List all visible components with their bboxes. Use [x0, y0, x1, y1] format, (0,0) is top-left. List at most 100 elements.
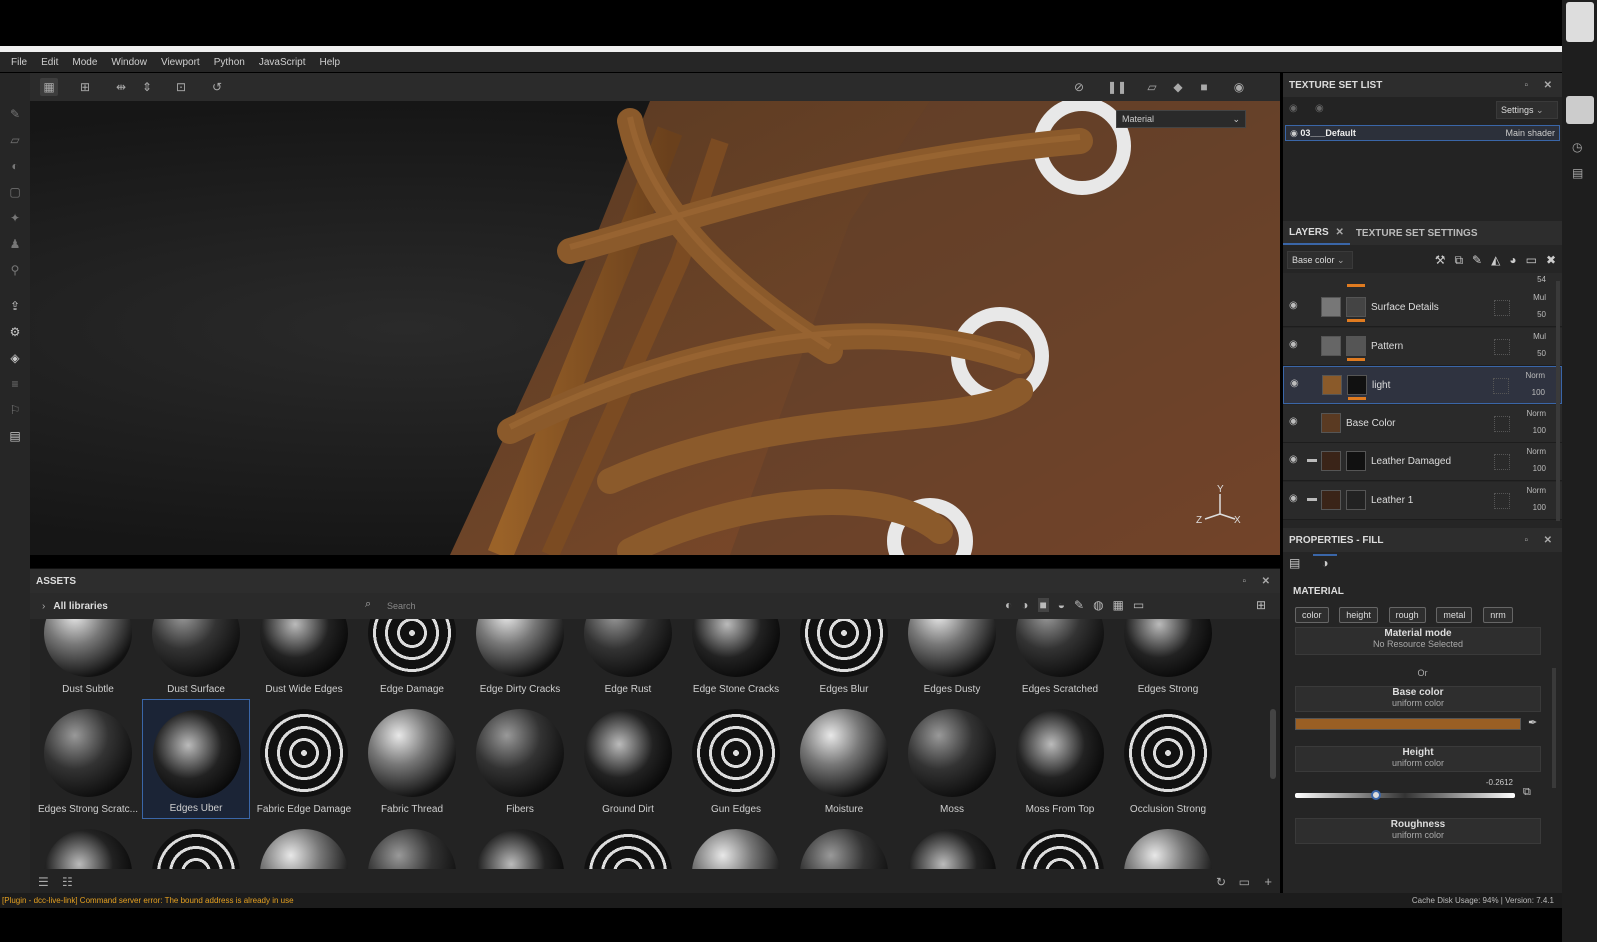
layer-row[interactable]: ◉ Base Color Norm 100: [1283, 404, 1562, 443]
2d-view-icon[interactable]: ▱: [1143, 78, 1161, 96]
smudge-icon[interactable]: ✦: [6, 209, 24, 227]
asset-tile[interactable]: Dust Wide Edges: [250, 619, 358, 699]
menu-window[interactable]: Window: [111, 57, 147, 68]
layer-opacity[interactable]: 100: [1533, 464, 1546, 473]
layer-opacity[interactable]: 100: [1533, 426, 1546, 435]
folder-icon[interactable]: ▭: [1239, 875, 1250, 889]
asset-thumbnail[interactable]: [152, 829, 240, 869]
layer-mask-slot[interactable]: [1494, 492, 1510, 509]
paint-brush-icon[interactable]: ✎: [6, 105, 24, 123]
3d-view-icon[interactable]: ◆: [1169, 78, 1187, 96]
pause-icon[interactable]: ❚❚: [1107, 78, 1127, 96]
layer-mask-slot[interactable]: [1494, 338, 1510, 355]
layer-row[interactable]: ◉ Pattern Mul 50: [1283, 327, 1562, 366]
view-mode-icon[interactable]: ⊞: [1256, 598, 1266, 612]
materials-filter-icon[interactable]: ◐: [1005, 598, 1012, 612]
add-fill-layer-icon[interactable]: ◭: [1491, 253, 1500, 268]
eye-icon[interactable]: ◉: [1315, 103, 1324, 114]
grid-layout-icon[interactable]: ▦: [40, 78, 58, 96]
chip-height[interactable]: height: [1339, 607, 1378, 623]
layer-row[interactable]: ◉ ▬ Leather 1 Norm 100: [1283, 481, 1562, 520]
asset-thumbnail[interactable]: [368, 829, 456, 869]
menu-help[interactable]: Help: [320, 57, 341, 68]
asset-tile[interactable]: Edges Strong Scratc...: [34, 699, 142, 819]
asset-tile[interactable]: Fibers: [466, 699, 574, 819]
material-mode-field[interactable]: Material mode No Resource Selected: [1295, 627, 1541, 655]
asset-tile[interactable]: Dust Surface: [142, 619, 250, 699]
close-icon[interactable]: ✕: [1262, 576, 1270, 587]
textures-filter-icon[interactable]: ◍: [1093, 598, 1103, 612]
menu-viewport[interactable]: Viewport: [161, 57, 200, 68]
tile-layout-icon[interactable]: ⊞: [76, 78, 94, 96]
refresh-icon[interactable]: ↻: [1216, 875, 1226, 889]
layer-opacity[interactable]: 50: [1537, 310, 1546, 319]
chip-metal[interactable]: metal: [1436, 607, 1473, 623]
history-icon[interactable]: ◷: [1572, 140, 1582, 154]
viewport-material-dropdown[interactable]: Material ⌄: [1116, 110, 1246, 128]
asset-tile[interactable]: Ground Dirt: [574, 699, 682, 819]
base-color-swatch[interactable]: [1295, 718, 1521, 730]
frame-icon[interactable]: ⊡: [172, 78, 190, 96]
history-icon[interactable]: ↺: [208, 78, 226, 96]
layer-blend-mode[interactable]: Mul: [1533, 332, 1546, 341]
environment-filter-icon[interactable]: ▭: [1133, 598, 1144, 612]
shelf-icon[interactable]: ◈: [6, 349, 24, 367]
float-icon[interactable]: ▫: [1524, 535, 1528, 546]
layer-blend-mode[interactable]: Norm: [1526, 486, 1546, 495]
menu-file[interactable]: File: [11, 57, 27, 68]
geometry-fill-icon[interactable]: ▢: [6, 183, 24, 201]
symmetry-icon[interactable]: ⇹: [112, 78, 130, 96]
layer-row[interactable]: ◉ ▬ Leather Damaged Norm 100: [1283, 443, 1562, 481]
layer-row[interactable]: ◉ light Norm 100: [1283, 366, 1562, 404]
layer-opacity[interactable]: 100: [1532, 388, 1545, 397]
asset-tile[interactable]: Edge Stone Cracks: [682, 619, 790, 699]
asset-thumbnail[interactable]: [44, 829, 132, 869]
assets-scrollbar[interactable]: [1270, 709, 1276, 779]
layer-blend-mode[interactable]: Mul: [1533, 293, 1546, 302]
asset-tile[interactable]: Edge Dirty Cracks: [466, 619, 574, 699]
layer-blend-mode[interactable]: Norm: [1526, 447, 1546, 456]
layer-mask-slot[interactable]: [1494, 300, 1510, 316]
tree-view-icon[interactable]: ☷: [62, 875, 73, 889]
asset-tile[interactable]: Edge Damage: [358, 619, 466, 699]
asset-tile[interactable]: Edges Blur: [790, 619, 898, 699]
layer-mask-thumbnail[interactable]: [1346, 489, 1366, 510]
properties-scrollbar[interactable]: [1552, 668, 1556, 788]
eraser-icon[interactable]: ▱: [6, 131, 24, 149]
asset-tile[interactable]: Moss: [898, 699, 1006, 819]
asset-thumbnail[interactable]: [692, 829, 780, 869]
eye-icon[interactable]: ◉: [1289, 301, 1303, 311]
chip-nrm[interactable]: nrm: [1483, 607, 1513, 623]
add-folder-icon[interactable]: ▭: [1526, 253, 1537, 268]
smart-materials-filter-icon[interactable]: ◑: [1021, 598, 1028, 612]
layer-mask-slot[interactable]: [1493, 378, 1509, 394]
add-smart-material-icon[interactable]: ◕: [1509, 253, 1516, 268]
3d-viewport[interactable]: Y Z X Material ⌄: [30, 101, 1280, 555]
layer-opacity[interactable]: 100: [1533, 503, 1546, 512]
add-effect-icon[interactable]: ⚒: [1435, 253, 1446, 268]
chip-color[interactable]: color: [1295, 607, 1329, 623]
bake-icon[interactable]: ⚙: [6, 323, 24, 341]
close-icon[interactable]: ✕: [1335, 227, 1343, 238]
eye-icon[interactable]: ◉: [1289, 416, 1303, 427]
channel-dropdown[interactable]: Base color ⌄: [1287, 251, 1353, 269]
assets-search-input[interactable]: Search: [365, 597, 1005, 615]
eye-icon[interactable]: ◉: [1290, 379, 1304, 389]
layer-row-partial[interactable]: 54: [1283, 273, 1562, 289]
smart-masks-filter-icon[interactable]: ■: [1037, 598, 1049, 612]
camera-icon[interactable]: ■: [1195, 78, 1213, 96]
tab-texture-set-settings[interactable]: TEXTURE SET SETTINGS: [1350, 228, 1484, 239]
asset-tile[interactable]: Edge Rust: [574, 619, 682, 699]
eye-icon[interactable]: ◉: [1289, 493, 1303, 504]
layer-row[interactable]: ◉ Surface Details Mul 50: [1283, 289, 1562, 327]
color-picker-icon[interactable]: ⚲: [6, 261, 24, 279]
asset-tile[interactable]: Occlusion Strong: [1114, 699, 1222, 819]
brushes-filter-icon[interactable]: ✎: [1074, 598, 1084, 612]
asset-thumbnail[interactable]: [476, 829, 564, 869]
eye-icon[interactable]: ◉: [1290, 128, 1298, 138]
layer-mask-slot[interactable]: [1494, 454, 1510, 470]
eye-icon[interactable]: ◉: [1289, 339, 1303, 350]
layer-mask-thumbnail[interactable]: [1346, 335, 1366, 356]
add-icon[interactable]: +: [1264, 874, 1272, 889]
material-properties-icon[interactable]: ◑: [1313, 554, 1337, 574]
